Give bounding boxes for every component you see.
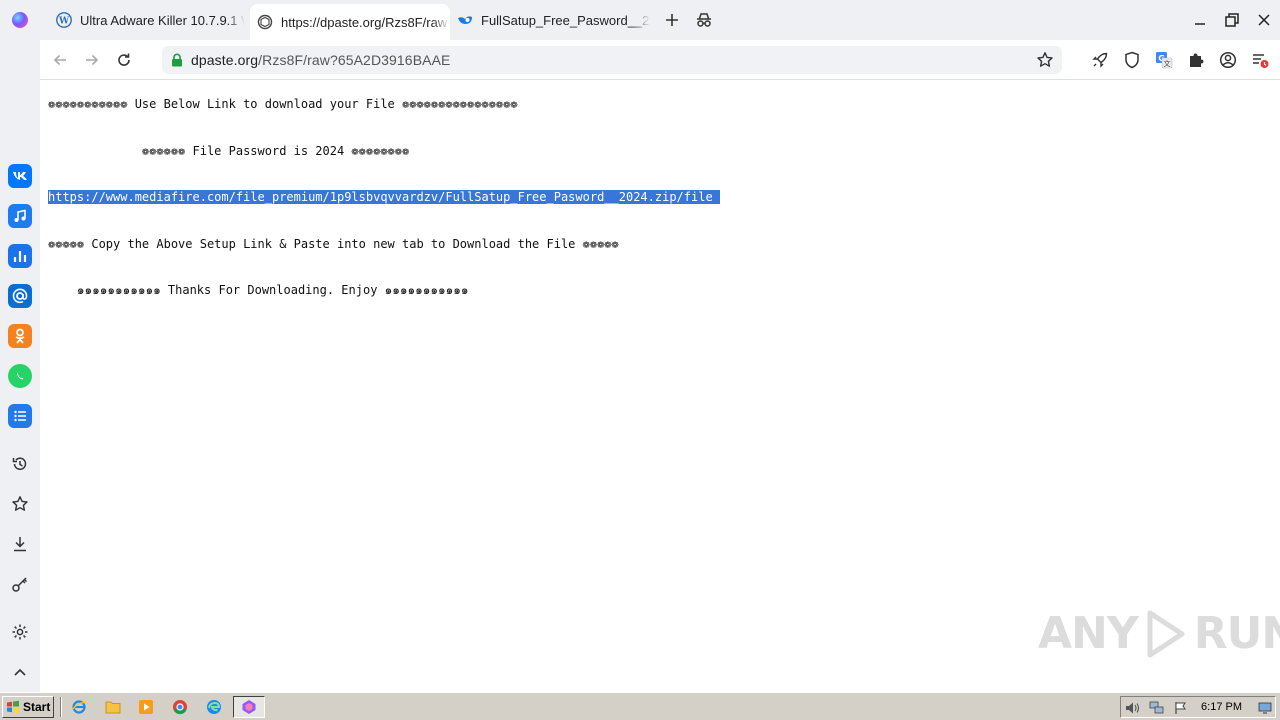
tab-title: FullSatup_Free_Pasword__2024 xyxy=(481,12,650,28)
windows-flag-icon xyxy=(7,700,19,714)
odnoklassniki-icon[interactable] xyxy=(8,324,32,348)
shield-icon[interactable] xyxy=(1122,50,1142,70)
browser-app-icon xyxy=(242,700,256,714)
forward-arrow-icon[interactable] xyxy=(82,50,102,70)
clock: 6:17 PM xyxy=(1201,701,1242,713)
volume-icon[interactable] xyxy=(1125,700,1141,716)
show-desktop-icon[interactable] xyxy=(1258,700,1272,716)
paste-line-blank xyxy=(48,116,720,139)
sidebar xyxy=(0,40,40,692)
restore-icon[interactable] xyxy=(1220,8,1244,32)
wordpress-icon: W xyxy=(56,12,72,28)
tab-strip: W Ultra Adware Killer 10.7.9.1 W https:/… xyxy=(0,0,1280,40)
rocket-icon[interactable] xyxy=(1090,50,1110,70)
page-content: ❁❁❁❁❁❁❁❁❁❁❁ Use Below Link to download y… xyxy=(40,81,1280,692)
paste-line-header: ❁❁❁❁❁❁❁❁❁❁❁ Use Below Link to download y… xyxy=(48,97,518,111)
url-path: /Rzs8F/raw?65A2D3916BAAE xyxy=(258,52,451,68)
bookmark-star-icon[interactable] xyxy=(1036,51,1054,69)
whatsapp-icon[interactable] xyxy=(8,364,32,388)
browser-window: W Ultra Adware Killer 10.7.9.1 W https:/… xyxy=(0,0,1280,720)
close-icon[interactable] xyxy=(1252,8,1276,32)
url-host: dpaste.org xyxy=(191,52,259,68)
network-icon[interactable] xyxy=(1149,700,1165,716)
watermark-left-text: ANY xyxy=(1038,608,1139,659)
paste-raw-text: ❁❁❁❁❁❁❁❁❁❁❁ Use Below Link to download y… xyxy=(48,93,720,303)
start-label: Start xyxy=(23,700,51,714)
translate-icon[interactable]: G文 xyxy=(1154,50,1174,70)
tab-dpaste[interactable]: https://dpaste.org/Rzs8F/raw xyxy=(250,4,450,40)
tab-ultra-adware-killer[interactable]: W Ultra Adware Killer 10.7.9.1 W xyxy=(50,4,245,36)
file-explorer-folder-icon[interactable] xyxy=(103,698,123,716)
paste-line-link[interactable]: https://www.mediafire.com/file_premium/1… xyxy=(48,186,720,209)
taskbar: Start 6:17 PM xyxy=(0,692,1280,720)
passwords-key-icon[interactable] xyxy=(10,574,30,594)
minimize-icon[interactable] xyxy=(1188,8,1212,32)
tab-title: Ultra Adware Killer 10.7.9.1 W xyxy=(80,12,245,28)
profile-avatar-icon[interactable] xyxy=(1218,50,1238,70)
chrome-icon[interactable] xyxy=(170,698,190,716)
settings-gear-icon[interactable] xyxy=(10,622,30,642)
paste-line-thanks: ๑๑๑๑๑๑๑๑๑๑๑ Thanks For Downloading. Enjo… xyxy=(48,283,469,298)
internet-explorer-icon[interactable] xyxy=(69,698,89,716)
tab-fullsatup[interactable]: FullSatup_Free_Pasword__2024 xyxy=(450,4,650,36)
new-tab-plus-icon[interactable] xyxy=(662,10,682,30)
start-button[interactable]: Start xyxy=(2,696,54,718)
globe-icon xyxy=(257,14,273,30)
history-icon[interactable] xyxy=(10,454,30,474)
svg-text:W: W xyxy=(58,17,70,27)
reading-list-icon[interactable] xyxy=(1250,50,1270,70)
stats-icon[interactable] xyxy=(8,244,32,268)
mail-at-icon[interactable] xyxy=(8,284,32,308)
edge-icon[interactable] xyxy=(204,698,224,716)
tab-title: https://dpaste.org/Rzs8F/raw xyxy=(281,14,450,30)
vk-icon[interactable] xyxy=(8,164,32,188)
back-arrow-icon[interactable] xyxy=(50,50,70,70)
paste-line-blank xyxy=(48,256,720,279)
bookmarks-star-icon[interactable] xyxy=(10,494,30,514)
collapse-chevron-up-icon[interactable] xyxy=(10,662,30,682)
downloads-icon[interactable] xyxy=(10,534,30,554)
mediafire-icon xyxy=(457,12,473,28)
system-tray: 6:17 PM xyxy=(1120,696,1276,718)
toolbar: dpaste.org/Rzs8F/raw?65A2D3916BAAE G文 xyxy=(40,40,1280,80)
extensions-puzzle-icon[interactable] xyxy=(1186,50,1206,70)
watermark-right-text: RUN xyxy=(1193,608,1280,659)
active-browser-task[interactable] xyxy=(233,696,265,718)
taskbar-separator xyxy=(60,697,62,717)
music-icon[interactable] xyxy=(8,204,32,228)
anyrun-watermark: ANY RUN xyxy=(1038,608,1280,659)
selected-download-link[interactable]: https://www.mediafire.com/file_premium/1… xyxy=(48,190,720,205)
paste-line-password: ❁❁❁❁❁❁ File Password is 2024 ❁❁❁❁❁❁❁❁ xyxy=(48,143,410,158)
media-player-icon[interactable] xyxy=(136,698,156,716)
tasks-list-icon[interactable] xyxy=(8,404,32,428)
address-bar[interactable]: dpaste.org/Rzs8F/raw?65A2D3916BAAE xyxy=(162,46,1062,74)
paste-line-blank xyxy=(48,163,720,186)
paste-line-blank xyxy=(48,209,720,232)
play-icon xyxy=(1147,610,1185,657)
paste-line-instructions: ❁❁❁❁❁ Copy the Above Setup Link & Paste … xyxy=(48,236,619,251)
svg-text:文: 文 xyxy=(1164,59,1171,68)
address-url[interactable]: dpaste.org/Rzs8F/raw?65A2D3916BAAE xyxy=(191,52,450,68)
action-center-flag-icon[interactable] xyxy=(1173,700,1189,716)
lock-icon[interactable] xyxy=(170,53,184,67)
browser-logo-icon[interactable] xyxy=(12,12,28,28)
incognito-icon[interactable] xyxy=(694,10,714,30)
reload-icon[interactable] xyxy=(114,50,134,70)
